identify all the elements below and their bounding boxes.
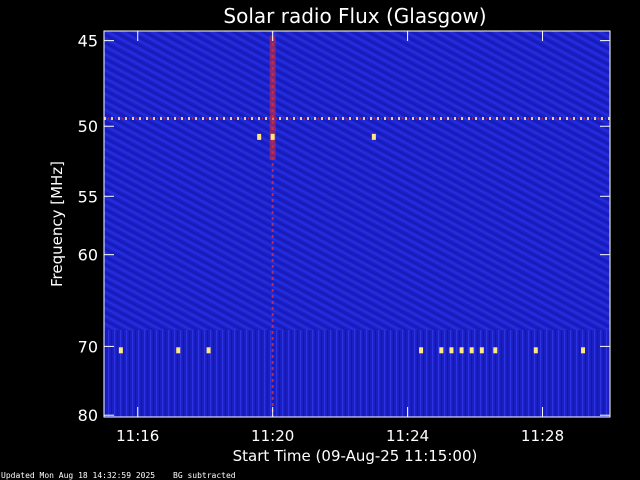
footer-note: BG subtracted bbox=[173, 471, 236, 480]
interference-blip bbox=[371, 133, 376, 140]
chart-canvas: Solar radio Flux (Glasgow) 455055607080 … bbox=[1, 4, 611, 480]
x-tick-label: 11:20 bbox=[251, 427, 294, 445]
interference-blip bbox=[206, 347, 211, 354]
interference-blip bbox=[449, 347, 454, 354]
interference-blip bbox=[257, 133, 262, 140]
interference-blip bbox=[439, 347, 444, 354]
burst-core bbox=[269, 35, 276, 160]
footer-updated: Updated Mon Aug 18 14:32:59 2025 bbox=[1, 471, 155, 480]
y-tick-label: 80 bbox=[78, 406, 98, 425]
x-tick-label: 11:24 bbox=[386, 427, 429, 445]
interference-blip bbox=[479, 347, 484, 354]
y-tick-label: 45 bbox=[78, 32, 98, 51]
interference-blip bbox=[493, 347, 498, 354]
x-axis-label: Start Time (09-Aug-25 11:15:00) bbox=[233, 447, 478, 465]
interference-blip bbox=[118, 347, 123, 354]
y-tick-label: 70 bbox=[78, 337, 98, 356]
interference-blip bbox=[533, 347, 538, 354]
interference-blip bbox=[176, 347, 181, 354]
y-tick-label: 50 bbox=[78, 117, 98, 136]
chart-title: Solar radio Flux (Glasgow) bbox=[223, 4, 486, 28]
lower-band-texture bbox=[104, 330, 610, 417]
y-axis-label: Frequency [MHz] bbox=[48, 161, 66, 287]
interference-blip bbox=[469, 347, 474, 354]
interference-blip bbox=[581, 347, 586, 354]
x-tick-label: 11:16 bbox=[116, 427, 159, 445]
interference-blip bbox=[419, 347, 424, 354]
y-tick-label: 60 bbox=[78, 246, 98, 265]
interference-blip bbox=[270, 133, 275, 140]
x-tick-label: 11:28 bbox=[521, 427, 564, 445]
interference-blip bbox=[459, 347, 464, 354]
y-tick-label: 55 bbox=[78, 187, 98, 206]
